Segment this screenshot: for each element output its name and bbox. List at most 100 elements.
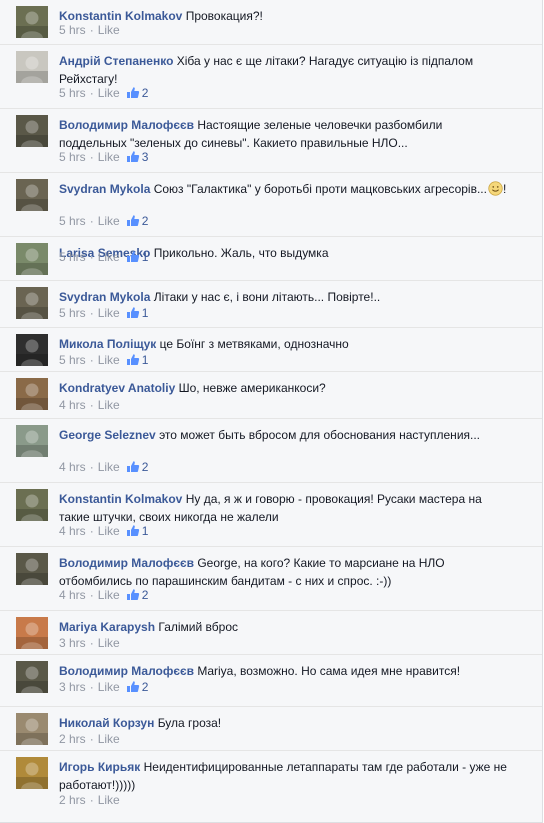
avatar-konstantin[interactable] (16, 6, 48, 38)
comment-timestamp[interactable]: 3 hrs (59, 636, 86, 650)
thumbs-up-icon (126, 307, 139, 318)
avatar-mykola[interactable] (16, 334, 48, 366)
like-button[interactable]: Like (98, 732, 120, 746)
comment-timestamp[interactable]: 4 hrs (59, 398, 86, 412)
comment-author-link[interactable]: Svydran Mykola (59, 182, 150, 196)
comment-author-link[interactable]: Володимир Малофєєв (59, 664, 194, 678)
meta-separator: · (89, 524, 94, 538)
thumbs-up-icon (126, 251, 139, 262)
comment-author-link[interactable]: Володимир Малофєєв (59, 118, 194, 132)
like-button[interactable]: Like (98, 636, 120, 650)
comment-author-link[interactable]: Mariya Karapysh (59, 620, 155, 634)
avatar-kondratyev[interactable] (16, 378, 48, 410)
like-button[interactable]: Like (98, 398, 120, 412)
comment-body: Mariya Karapysh Галімий вброс (59, 618, 509, 636)
avatar-volodymyr[interactable] (16, 661, 48, 693)
comment-author-link[interactable]: Svydran Mykola (59, 290, 150, 304)
comment-author-link[interactable]: Konstantin Kolmakov (59, 492, 182, 506)
avatar-mariya[interactable] (16, 617, 48, 649)
avatar-volodymyr[interactable] (16, 553, 48, 585)
comment-timestamp[interactable]: 2 hrs (59, 793, 86, 807)
comment-author-link[interactable]: Игорь Кирьяк (59, 760, 140, 774)
comment-author-link[interactable]: Микола Поліщук (59, 337, 156, 351)
like-button[interactable]: Like (98, 150, 120, 164)
comment-meta: 5 hrs · Like (59, 22, 120, 38)
like-count[interactable]: 2 (126, 459, 148, 475)
comment-timestamp[interactable]: 4 hrs (59, 460, 86, 474)
like-button[interactable]: Like (98, 460, 120, 474)
comment-timestamp[interactable]: 5 hrs (59, 250, 86, 264)
comment-author-link[interactable]: Андрій Степаненко (59, 54, 173, 68)
comment-row: Konstantin Kolmakov Провокация?! 5 hrs · Li… (0, 0, 542, 44)
like-button[interactable]: Like (98, 23, 120, 37)
like-button[interactable]: Like (98, 353, 120, 367)
like-count[interactable]: 2 (126, 213, 148, 229)
comment-text: Провокация?! (185, 9, 263, 23)
comment-timestamp[interactable]: 5 hrs (59, 306, 86, 320)
comment-meta: 2 hrs · Like (59, 792, 120, 808)
avatar-igor[interactable] (16, 757, 48, 789)
comment-body: Володимир Малофєєв Настоящие зеленые чел… (59, 116, 509, 152)
comment-timestamp[interactable]: 2 hrs (59, 732, 86, 746)
thumbs-up-icon (126, 681, 139, 692)
like-button[interactable]: Like (98, 793, 120, 807)
comment-author-link[interactable]: Konstantin Kolmakov (59, 9, 182, 23)
comment-meta: 4 hrs · Like 2 (59, 459, 148, 475)
avatar-larisa[interactable] (16, 243, 48, 275)
comment-row: Svydran Mykola Союз "Галактика" у бороть… (0, 172, 542, 237)
comment-body: Володимир Малофєєв George, на кого? Каки… (59, 554, 509, 590)
comment-row: Svydran Mykola Літаки у нас є, і вони лі… (0, 280, 542, 328)
avatar-svydran[interactable] (16, 179, 48, 211)
comment-text: Прикольно. Жаль, что выдумка (153, 246, 329, 260)
like-count-number: 2 (141, 86, 149, 100)
like-count[interactable]: 1 (126, 305, 149, 321)
avatar-svydran[interactable] (16, 287, 48, 319)
comment-author-link[interactable]: Николай Корзун (59, 716, 154, 730)
like-button[interactable]: Like (98, 524, 120, 538)
comment-timestamp[interactable]: 5 hrs (59, 23, 86, 37)
like-button[interactable]: Like (98, 214, 120, 228)
comment-timestamp[interactable]: 3 hrs (59, 680, 86, 694)
comment-timestamp[interactable]: 4 hrs (59, 588, 86, 602)
avatar-george[interactable] (16, 425, 48, 457)
comment-timestamp[interactable]: 4 hrs (59, 524, 86, 538)
comment-body: Kondratyev Anatoliy Шо, невже американко… (59, 379, 509, 397)
like-count-number: 1 (141, 306, 149, 320)
meta-separator: · (89, 732, 94, 746)
like-button[interactable]: Like (98, 306, 120, 320)
avatar-andriy[interactable] (16, 51, 48, 83)
comment-timestamp[interactable]: 5 hrs (59, 150, 86, 164)
avatar-konstantin[interactable] (16, 489, 48, 521)
comment-row: Микола Поліщук це Боїнг з метвяками, одн… (0, 327, 542, 372)
comment-row: Николай Корзун Була гроза! 2 hrs · Like (0, 706, 542, 751)
comment-meta: 5 hrs · Like 1 (59, 305, 148, 321)
like-count[interactable]: 3 (126, 149, 148, 165)
like-count[interactable]: 1 (126, 523, 148, 539)
comment-row: Konstantin Kolmakov Ну да, я ж и говорю … (0, 482, 542, 547)
comment-meta: 2 hrs · Like (59, 731, 120, 747)
like-count[interactable]: 2 (126, 587, 148, 603)
avatar-nikolay[interactable] (16, 713, 48, 745)
comment-meta: 4 hrs · Like 2 (59, 587, 148, 603)
comment-meta: 5 hrs · Like 1 (59, 249, 148, 265)
like-button[interactable]: Like (98, 680, 120, 694)
like-button[interactable]: Like (98, 86, 120, 100)
comment-timestamp[interactable]: 5 hrs (59, 86, 86, 100)
comment-author-link[interactable]: Володимир Малофєєв (59, 556, 194, 570)
comment-author-link[interactable]: George Seleznev (59, 428, 156, 442)
thumbs-up-icon (126, 589, 139, 600)
like-count[interactable]: 2 (126, 679, 149, 695)
comment-timestamp[interactable]: 5 hrs (59, 214, 86, 228)
comment-author-link[interactable]: Kondratyev Anatoliy (59, 381, 175, 395)
like-count-number: 2 (141, 680, 149, 694)
comment-meta: 4 hrs · Like 1 (59, 523, 148, 539)
comment-timestamp[interactable]: 5 hrs (59, 353, 86, 367)
comment-text: Союз "Галактика" у боротьбі проти мацков… (153, 182, 487, 196)
like-button[interactable]: Like (98, 588, 120, 602)
like-count[interactable]: 2 (126, 85, 149, 101)
like-count[interactable]: 1 (126, 249, 148, 265)
like-count[interactable]: 1 (126, 352, 148, 368)
avatar-volodymyr[interactable] (16, 115, 48, 147)
thumbs-up-icon (126, 87, 139, 98)
like-button[interactable]: Like (98, 250, 120, 264)
